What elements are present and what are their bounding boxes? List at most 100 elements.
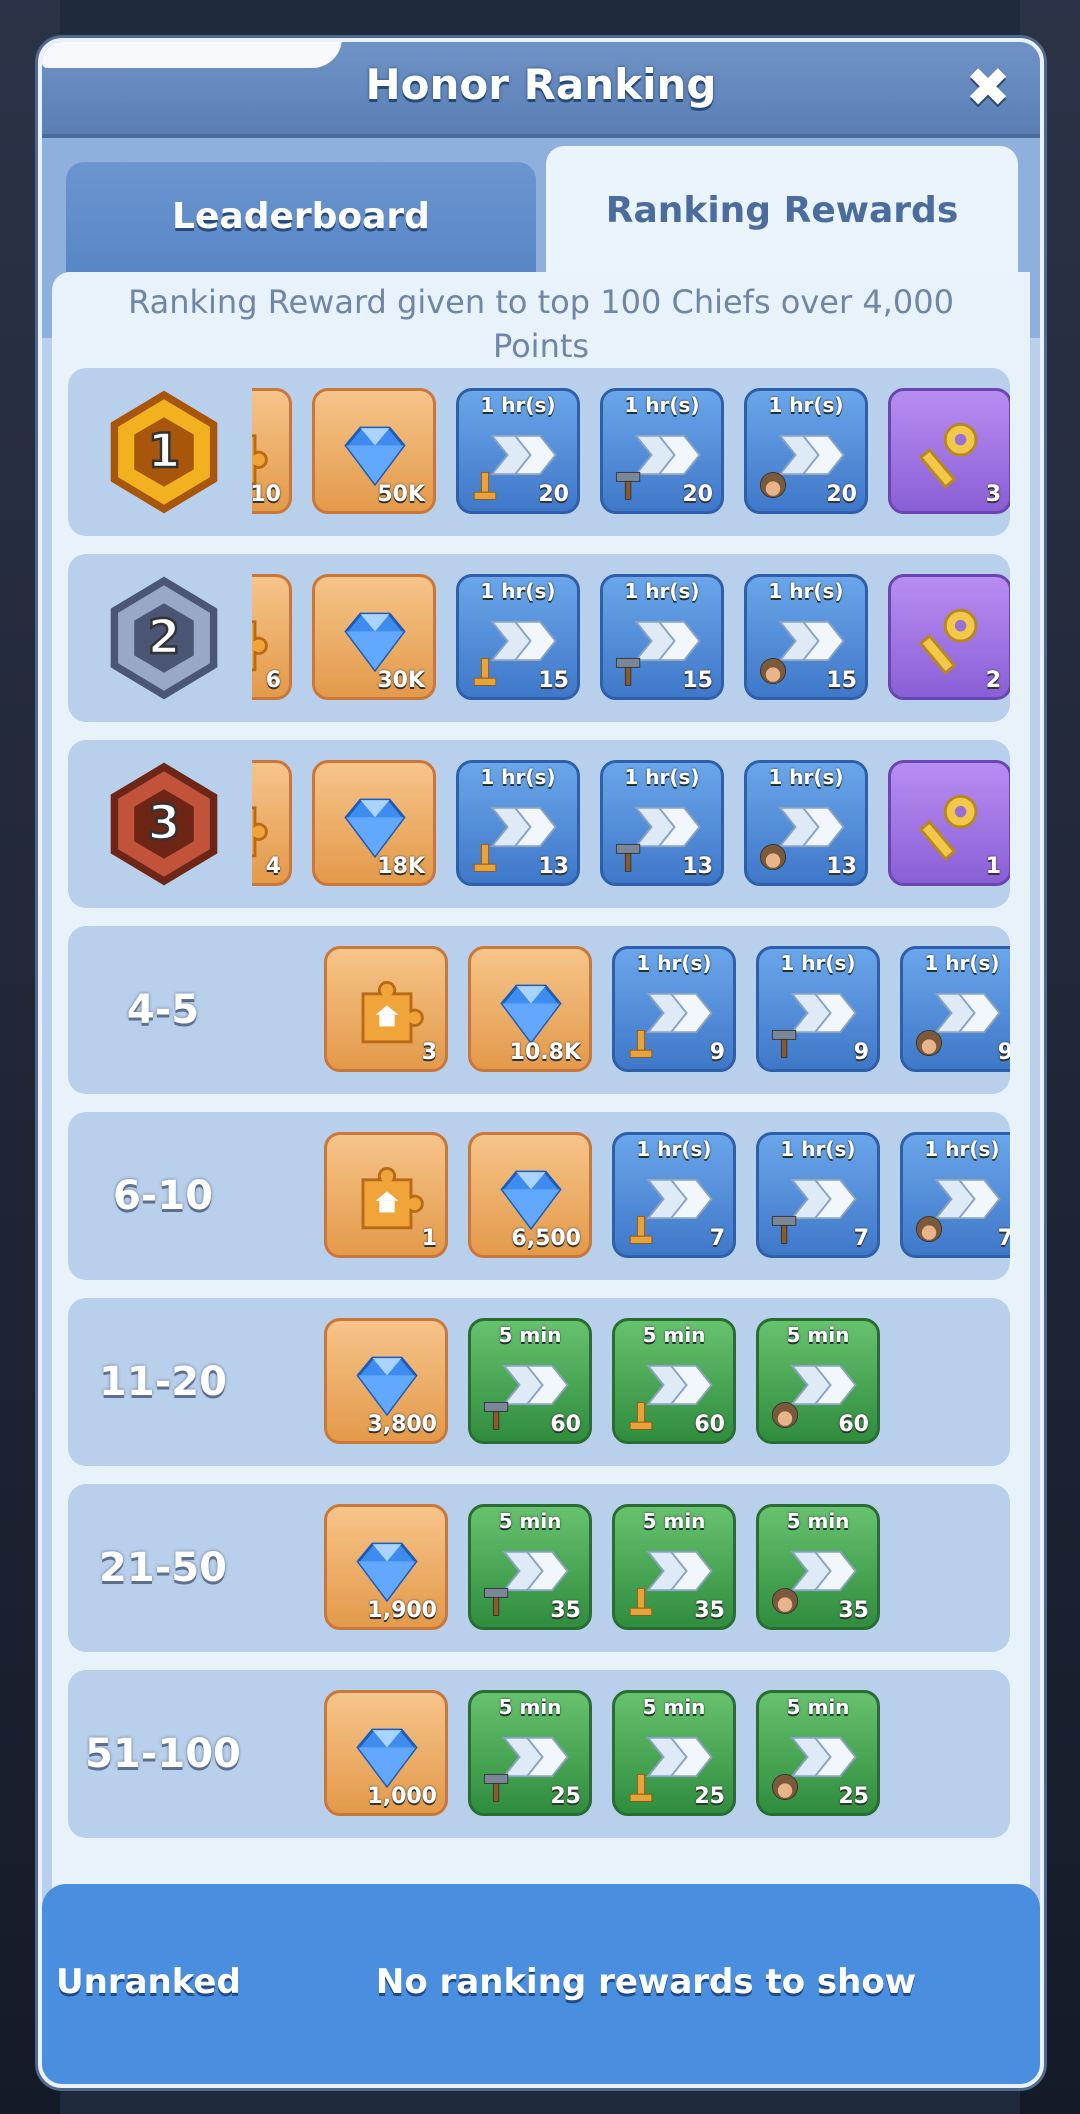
reward-item[interactable]: 1 hr(s) 20 — [600, 388, 724, 514]
reward-item[interactable]: 30K — [312, 574, 436, 700]
reward-item[interactable]: 10.8K — [468, 946, 592, 1072]
speedup-duration: 5 min — [498, 1509, 562, 1533]
speedup-duration: 1 hr(s) — [624, 579, 700, 603]
speedup-duration: 1 hr(s) — [480, 579, 556, 603]
unranked-footer: Unranked No ranking rewards to show — [42, 1884, 1040, 2084]
reward-item[interactable]: 5 min 60 — [468, 1318, 592, 1444]
speedup-duration: 1 hr(s) — [480, 393, 556, 417]
speedup-train-icon — [915, 1215, 943, 1243]
tab-leaderboard[interactable]: Leaderboard — [66, 162, 536, 272]
reward-item[interactable]: 1 hr(s) 13 — [600, 760, 724, 886]
svg-text:3: 3 — [148, 796, 181, 851]
speedup-duration: 1 hr(s) — [780, 951, 856, 975]
reward-item[interactable]: 1 hr(s) 7 — [612, 1132, 736, 1258]
reward-items: 1,000 5 min 25 5 min 25 5 min 25 — [252, 1690, 1010, 1818]
reward-item[interactable]: 6,500 — [468, 1132, 592, 1258]
speedup-research-icon — [473, 657, 497, 686]
reward-item[interactable]: 1 hr(s) 9 — [756, 946, 880, 1072]
reward-row: 51-100 1,000 5 min 25 5 min 25 5 min 25 — [68, 1670, 1010, 1838]
speedup-research-icon — [629, 1215, 653, 1244]
reward-item[interactable]: 1 hr(s) 7 — [756, 1132, 880, 1258]
item-quantity: 3 — [985, 482, 1001, 507]
reward-item[interactable]: 3 — [324, 946, 448, 1072]
reward-item[interactable]: 1,000 — [324, 1690, 448, 1816]
reward-item[interactable]: 1 hr(s) 9 — [900, 946, 1010, 1072]
reward-item[interactable]: 6 — [252, 574, 292, 700]
speedup-duration: 5 min — [498, 1695, 562, 1719]
reward-item[interactable]: 3,800 — [324, 1318, 448, 1444]
item-quantity: 35 — [838, 1598, 869, 1623]
item-quantity: 1,000 — [367, 1784, 437, 1809]
speedup-train-icon — [771, 1401, 799, 1429]
speedup-duration: 5 min — [642, 1695, 706, 1719]
item-quantity: 9 — [998, 1040, 1010, 1065]
no-rewards-message: No ranking rewards to show — [375, 1962, 917, 2002]
item-quantity: 20 — [826, 482, 857, 507]
reward-item[interactable]: 1 hr(s) 15 — [600, 574, 724, 700]
item-quantity: 60 — [694, 1412, 725, 1437]
window-header: Honor Ranking ✖ — [42, 42, 1040, 138]
reward-item[interactable]: 5 min 60 — [756, 1318, 880, 1444]
reward-item[interactable]: 1 hr(s) 9 — [612, 946, 736, 1072]
item-quantity: 35 — [694, 1598, 725, 1623]
reward-item[interactable]: 4 — [252, 760, 292, 886]
speedup-build-icon — [771, 1029, 797, 1058]
item-quantity: 20 — [538, 482, 569, 507]
reward-item[interactable]: 1 hr(s) 20 — [456, 388, 580, 514]
item-quantity: 30K — [377, 668, 425, 693]
rank-silver-badge-icon: 2 — [110, 576, 218, 700]
reward-item[interactable]: 5 min 35 — [468, 1504, 592, 1630]
reward-item[interactable]: 5 min 35 — [756, 1504, 880, 1630]
rank-label: 6-10 — [112, 1173, 214, 1219]
rank-label: 4-5 — [126, 987, 200, 1033]
reward-item[interactable]: 3 — [888, 388, 1010, 514]
reward-items: 4 18K 1 hr(s) 13 1 hr(s) 13 1 hr(s) 13 1 — [252, 760, 1010, 888]
reward-item[interactable]: 18K — [312, 760, 436, 886]
reward-item[interactable]: 1 hr(s) 13 — [744, 760, 868, 886]
reward-item[interactable]: 5 min 25 — [612, 1690, 736, 1816]
item-quantity: 10 — [252, 482, 281, 507]
speedup-build-icon — [615, 843, 641, 872]
item-quantity: 60 — [838, 1412, 869, 1437]
reward-item[interactable]: 1 — [888, 760, 1010, 886]
item-quantity: 6 — [265, 668, 281, 693]
item-quantity: 25 — [694, 1784, 725, 1809]
item-quantity: 18K — [377, 854, 425, 879]
item-quantity: 2 — [985, 668, 1001, 693]
reward-row: 11-20 3,800 5 min 60 5 min 60 5 min 60 — [68, 1298, 1010, 1466]
rank-label: 51-100 — [85, 1731, 241, 1777]
item-quantity: 35 — [550, 1598, 581, 1623]
item-quantity: 13 — [538, 854, 569, 879]
reward-item[interactable]: 5 min 60 — [612, 1318, 736, 1444]
speedup-build-icon — [615, 471, 641, 500]
reward-item[interactable]: 1 hr(s) 13 — [456, 760, 580, 886]
tab-ranking-rewards[interactable]: Ranking Rewards — [546, 146, 1018, 276]
item-quantity: 10.8K — [509, 1040, 581, 1065]
puzzle-piece-icon — [361, 1166, 424, 1230]
reward-item[interactable]: 2 — [888, 574, 1010, 700]
item-quantity: 25 — [838, 1784, 869, 1809]
reward-items: 1 6,500 1 hr(s) 7 1 hr(s) 7 1 hr(s) 7 — [252, 1132, 1010, 1260]
reward-item[interactable]: 10 — [252, 388, 292, 514]
speedup-train-icon — [771, 1773, 799, 1801]
speedup-research-icon — [629, 1401, 653, 1430]
close-icon[interactable]: ✖ — [960, 60, 1016, 116]
reward-row: 6-10 1 6,500 1 hr(s) 7 1 hr(s) 7 1 hr(s) 7 — [68, 1112, 1010, 1280]
reward-item[interactable]: 50K — [312, 388, 436, 514]
reward-item[interactable]: 1,900 — [324, 1504, 448, 1630]
reward-item[interactable]: 1 — [324, 1132, 448, 1258]
item-quantity: 1 — [421, 1226, 437, 1251]
item-quantity: 20 — [682, 482, 713, 507]
item-quantity: 6,500 — [511, 1226, 581, 1251]
reward-item[interactable]: 1 hr(s) 7 — [900, 1132, 1010, 1258]
speedup-build-icon — [483, 1587, 509, 1616]
reward-item[interactable]: 1 hr(s) 20 — [744, 388, 868, 514]
reward-item[interactable]: 1 hr(s) 15 — [456, 574, 580, 700]
reward-item[interactable]: 5 min 25 — [468, 1690, 592, 1816]
reward-item[interactable]: 1 hr(s) 15 — [744, 574, 868, 700]
reward-item[interactable]: 5 min 35 — [612, 1504, 736, 1630]
speedup-duration: 1 hr(s) — [924, 1137, 1000, 1161]
reward-row: 4-5 3 10.8K 1 hr(s) 9 1 hr(s) 9 1 hr(s) 9 — [68, 926, 1010, 1094]
reward-item[interactable]: 5 min 25 — [756, 1690, 880, 1816]
speedup-duration: 1 hr(s) — [480, 765, 556, 789]
